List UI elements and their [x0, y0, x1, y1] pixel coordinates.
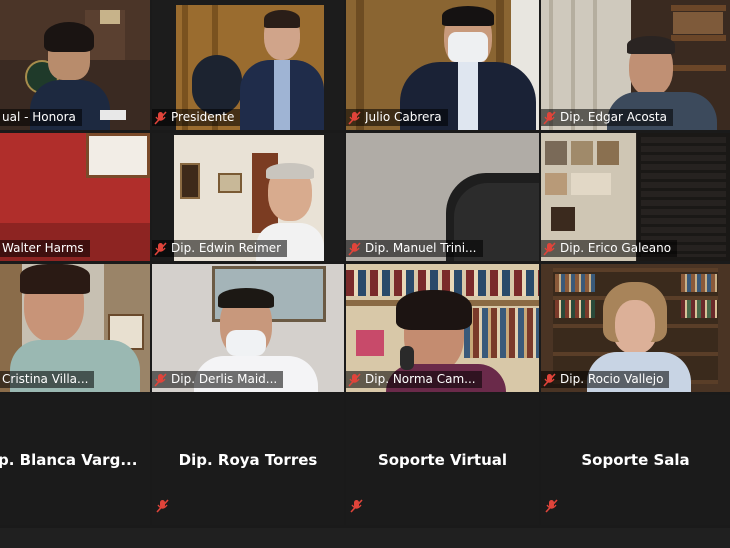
- name-label: Dip. Erico Galeano: [541, 240, 678, 257]
- name-label: Dip. Norma Cam...: [346, 371, 482, 388]
- video-tile-2[interactable]: Presidente: [152, 0, 344, 130]
- video-tile-11[interactable]: Dip. Norma Cam...: [346, 264, 539, 392]
- mic-muted-icon: [543, 372, 556, 387]
- name-label: Walter Harms: [0, 240, 90, 257]
- mic-muted-icon: [348, 110, 361, 125]
- mic-muted-icon: [154, 372, 167, 387]
- name-label: Dip. Edwin Reimer: [152, 240, 288, 257]
- mic-muted-icon: [348, 372, 361, 387]
- participant-name: Dip. Roya Torres: [178, 451, 318, 469]
- participant-name: Soporte Virtual: [377, 451, 508, 469]
- mic-muted-icon: [543, 241, 556, 256]
- video-tile-10[interactable]: Dip. Derlis Maid...: [152, 264, 344, 392]
- next-row-strip: [0, 528, 730, 548]
- mic-muted-icon: [156, 498, 169, 517]
- video-tile-8[interactable]: Dip. Erico Galeano: [541, 133, 730, 261]
- video-tile-7[interactable]: Dip. Manuel Trini...: [346, 133, 539, 261]
- name-label: Julio Cabrera: [346, 109, 448, 126]
- participant-name: p. Blanca Varg...: [0, 451, 138, 469]
- video-tile-1[interactable]: ual - Honora: [0, 0, 150, 130]
- video-tile-15[interactable]: Soporte Virtual: [346, 395, 539, 525]
- mic-muted-icon: [348, 241, 361, 256]
- video-tile-9[interactable]: Cristina Villa...: [0, 264, 150, 392]
- mic-muted-icon: [350, 498, 363, 517]
- video-tile-14[interactable]: Dip. Roya Torres: [152, 395, 344, 525]
- mic-muted-icon: [543, 110, 556, 125]
- name-label: Cristina Villa...: [0, 371, 95, 388]
- video-tile-13[interactable]: p. Blanca Varg...: [0, 395, 150, 525]
- mic-muted-icon: [154, 241, 167, 256]
- mic-muted-icon: [154, 110, 167, 125]
- video-tile-16[interactable]: Soporte Sala: [541, 395, 730, 525]
- participant-name: Soporte Sala: [581, 451, 690, 469]
- video-tile-12[interactable]: Dip. Rocio Vallejo: [541, 264, 730, 392]
- name-label: Dip. Derlis Maid...: [152, 371, 284, 388]
- video-tile-5[interactable]: Walter Harms: [0, 133, 150, 261]
- name-label: Dip. Rocio Vallejo: [541, 371, 670, 388]
- name-label: Dip. Edgar Acosta: [541, 109, 673, 126]
- name-label: Presidente: [152, 109, 241, 126]
- video-tile-6[interactable]: Dip. Edwin Reimer: [152, 133, 344, 261]
- name-label: ual - Honora: [0, 109, 82, 126]
- mic-muted-icon: [545, 498, 558, 517]
- video-tile-3[interactable]: Julio Cabrera: [346, 0, 539, 130]
- name-label: Dip. Manuel Trini...: [346, 240, 483, 257]
- video-tile-4[interactable]: Dip. Edgar Acosta: [541, 0, 730, 130]
